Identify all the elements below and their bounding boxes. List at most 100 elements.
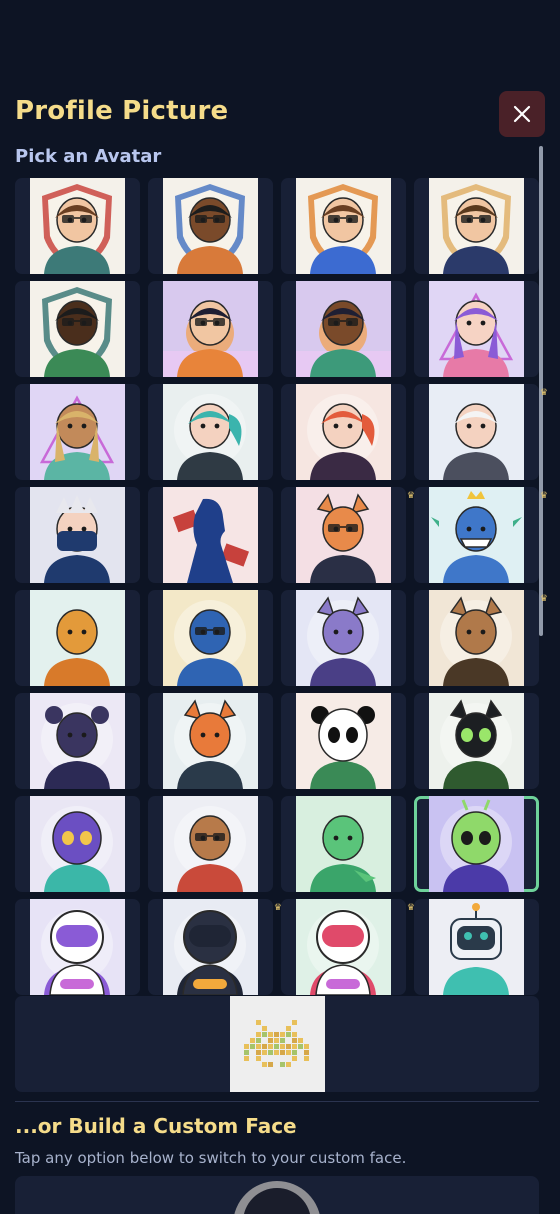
avatar-option-shield-glasses-dark-skin[interactable] (163, 178, 258, 274)
avatar-image (429, 899, 524, 995)
avatar-section-heading: Pick an Avatar (15, 146, 162, 167)
avatar-option-white-hair-armor[interactable] (429, 384, 524, 480)
custom-face-heading: ...or Build a Custom Face (15, 1114, 297, 1138)
avatar-cell (15, 178, 140, 274)
avatar-cell (414, 796, 539, 892)
avatar-image (296, 384, 391, 480)
avatar-option-red-ponytail[interactable] (296, 384, 391, 480)
avatar-cell (148, 281, 273, 377)
avatar-option-masked-ninja[interactable] (30, 487, 125, 583)
avatar-image (30, 796, 125, 892)
custom-face-builder[interactable] (15, 1176, 539, 1214)
avatar-option-retro-gamer-dark[interactable] (296, 281, 391, 377)
avatar-cell (281, 281, 406, 377)
avatar-option-blue-silhouette[interactable] (163, 487, 258, 583)
avatar-image (163, 487, 258, 583)
avatar-image (163, 693, 258, 789)
avatar-image (30, 384, 125, 480)
avatar-image (296, 693, 391, 789)
avatar-row-extra (15, 996, 539, 1092)
avatar-cell (414, 281, 539, 377)
avatar-option-purple-hair-triangle[interactable] (429, 281, 524, 377)
avatar-image (429, 693, 524, 789)
avatar-cell (15, 487, 140, 583)
avatar-option-teal-ponytail[interactable] (163, 384, 258, 480)
avatar-image (296, 178, 391, 274)
avatar-cell: ♛ (281, 899, 415, 995)
avatar-option-green-alien[interactable] (429, 796, 524, 892)
avatar-image (429, 590, 524, 686)
avatar-option-retro-gamer-spiky[interactable] (163, 281, 258, 377)
custom-face-hint: Tap any option below to switch to your c… (15, 1149, 407, 1167)
avatar-cell (414, 693, 539, 789)
avatar-cell (148, 487, 273, 583)
avatar-image (429, 178, 524, 274)
avatar-image (296, 487, 391, 583)
avatar-option-aviator-bird[interactable] (30, 590, 125, 686)
avatar-cell (15, 796, 140, 892)
avatar-image (429, 384, 524, 480)
close-icon (513, 105, 531, 123)
avatar-option-orange-fox[interactable] (163, 693, 258, 789)
avatar-option-astronaut-pink[interactable] (296, 899, 391, 995)
avatar-image (30, 590, 125, 686)
avatar-image (163, 796, 258, 892)
avatar-cell (414, 178, 539, 274)
avatar-cell (148, 693, 273, 789)
avatar-cell: ♛ (414, 384, 548, 480)
avatar-option-brown-fox-hood[interactable] (429, 590, 524, 686)
avatar-cell (148, 384, 273, 480)
page-title: Profile Picture (15, 96, 229, 126)
avatar-option-fox-sunglasses[interactable] (296, 487, 391, 583)
avatar-cell: ♛ (281, 487, 415, 583)
avatar-cell (15, 693, 140, 789)
avatar-cell (15, 384, 140, 480)
avatar-cell: ♛ (414, 590, 548, 686)
avatar-option-bear-hoodie[interactable] (30, 693, 125, 789)
avatar-cell (15, 281, 140, 377)
avatar-option-shark-king[interactable] (429, 487, 524, 583)
avatar-grid: ♛ ♛ ♛ ♛ ♛ ♛ (15, 178, 548, 995)
avatar-cell (281, 796, 406, 892)
avatar-image (296, 796, 391, 892)
avatar-option-blue-bird-hat[interactable] (163, 590, 258, 686)
avatar-image (30, 281, 125, 377)
avatar-cell (281, 590, 406, 686)
avatar-option-aviator-dog[interactable] (163, 796, 258, 892)
pixel-invader-image (229, 996, 325, 1092)
avatar-cell (15, 590, 140, 686)
avatar-option-shield-bearded[interactable] (429, 178, 524, 274)
avatar-option-astronaut-purple[interactable] (30, 899, 125, 995)
avatar-cell (281, 178, 406, 274)
avatar-option-shield-glasses-brown-hair[interactable] (30, 178, 125, 274)
avatar-option-blonde-triangle[interactable] (30, 384, 125, 480)
avatar-option-pixel-invader[interactable] (229, 996, 325, 1092)
close-button[interactable] (499, 91, 545, 137)
avatar-cell: ♛ (414, 487, 548, 583)
avatar-image (163, 384, 258, 480)
avatar-option-black-cat[interactable] (429, 693, 524, 789)
avatar-option-astronaut-gold[interactable] (163, 899, 258, 995)
avatar-option-purple-wolf[interactable] (296, 590, 391, 686)
avatar-image (163, 899, 258, 995)
avatar-image (30, 899, 125, 995)
crown-icon: ♛ (539, 491, 548, 501)
avatar-cell (148, 178, 273, 274)
avatar-cell (148, 590, 273, 686)
avatar-option-panda[interactable] (296, 693, 391, 789)
avatar-cell (281, 693, 406, 789)
avatar-image (163, 590, 258, 686)
avatar-option-purple-owl[interactable] (30, 796, 125, 892)
avatar-option-robot[interactable] (429, 899, 524, 995)
avatar-image (30, 693, 125, 789)
avatar-option-shield-glasses-blue-shirt[interactable] (296, 178, 391, 274)
avatar-image (429, 281, 524, 377)
avatar-cell (15, 899, 140, 995)
avatar-image (30, 178, 125, 274)
avatar-option-green-dino[interactable] (296, 796, 391, 892)
avatar-image (163, 178, 258, 274)
avatar-option-shield-green-shirt[interactable] (30, 281, 125, 377)
avatar-cell (148, 796, 273, 892)
avatar-image (296, 590, 391, 686)
avatar-image (296, 281, 391, 377)
